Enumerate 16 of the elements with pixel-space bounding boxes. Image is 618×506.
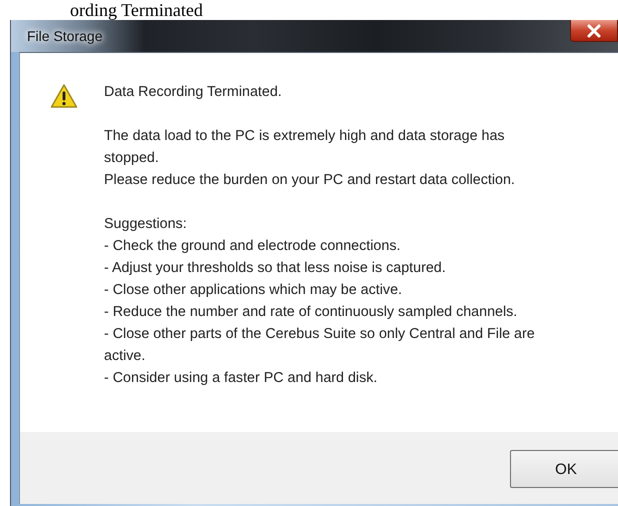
warning-icon xyxy=(50,83,78,109)
message-line: - Close other parts of the Cerebus Suite so only Central and File are active. xyxy=(104,325,536,366)
message-line: Please reduce the burden on your PC and restart data collection. xyxy=(104,171,516,190)
message-line: - Reduce the number and rate of continuously sampled channels. xyxy=(104,303,518,322)
close-icon xyxy=(586,24,602,38)
message-line: Suggestions: xyxy=(104,215,188,234)
page-heading: ording Terminated xyxy=(69,0,204,20)
message-line: - Check the ground and electrode connections. xyxy=(104,237,402,256)
message-line: - Adjust your thresholds so that less noise is captured. xyxy=(104,259,447,278)
message-line: - Consider using a faster PC and hard disk. xyxy=(104,369,378,388)
message-line: The data load to the PC is extremely high and data storage has stopped. xyxy=(104,127,506,168)
message-line: - Close other applications which may be active. xyxy=(104,281,403,300)
window-title: File Storage xyxy=(26,27,104,46)
ok-button[interactable]: OK xyxy=(510,450,618,488)
message-heading: Data Recording Terminated. xyxy=(104,83,283,102)
close-button[interactable] xyxy=(570,20,618,42)
